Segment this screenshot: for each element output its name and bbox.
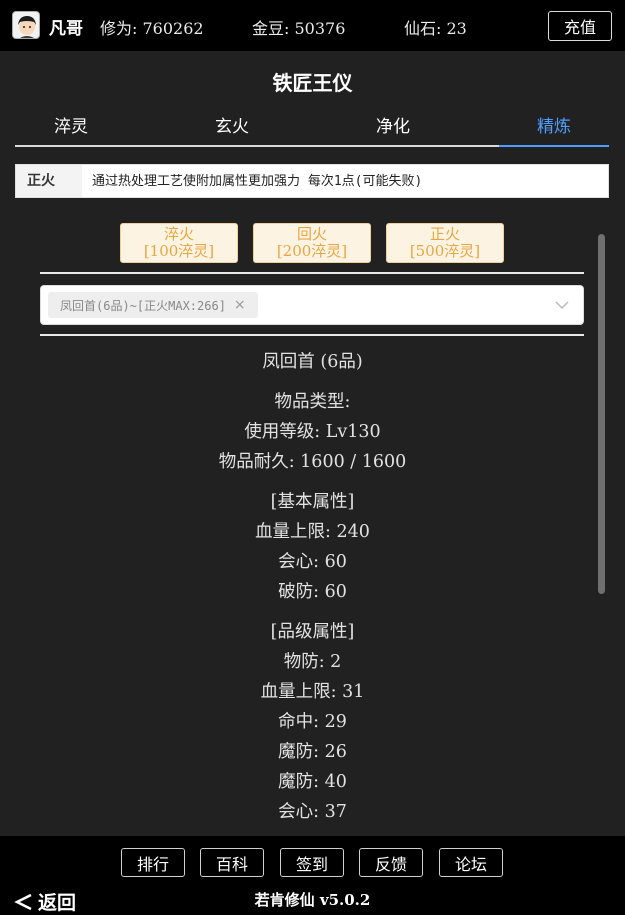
chevron-down-icon[interactable] [555,298,569,312]
item-name: 凤回首 (6品) [262,352,363,372]
base-attr: 血量上限: 240 [255,522,370,542]
blacksmith-panel: 铁匠王仪 淬灵 玄火 净化 精炼 正火 通过热处理工艺使附加属性更加强力 每次1… [0,51,625,836]
selected-item-tag: 凤回首(6品)~[正火MAX:266] × [48,292,258,318]
temper-button[interactable]: 回火 [200淬灵] [253,223,371,263]
tab-cuiling[interactable]: 淬灵 [16,112,126,137]
grade-attr: 魔防: 26 [278,742,347,762]
selected-item-label: 凤回首(6品)~[正火MAX:266] [60,298,226,313]
scrollbar[interactable] [598,234,605,594]
checkin-button[interactable]: 签到 [280,848,344,877]
item-select[interactable]: 凤回首(6品)~[正火MAX:266] × [40,285,584,325]
description-label: 正火 [16,165,82,197]
active-tab-indicator [499,145,609,147]
item-durability: 物品耐久: 1600 / 1600 [218,452,407,472]
gold-stat: 金豆: 50376 [252,19,346,38]
normalize-label: 正火 [429,225,460,243]
normalize-button[interactable]: 正火 [500淬灵] [386,223,504,263]
page-title: 铁匠王仪 [272,71,353,95]
description-text: 通过热处理工艺使附加属性更加强力 每次1点(可能失败) [92,174,423,189]
avatar-icon [18,16,36,38]
top-bar: 凡哥 修为: 760262 金豆: 50376 仙石: 23 充值 [0,0,625,51]
tab-jinghua[interactable]: 净化 [338,112,448,137]
quench-label: 淬火 [163,225,194,243]
item-level: 使用等级: Lv130 [244,422,381,442]
stones-stat: 仙石: 23 [404,19,467,38]
quench-cost: [100淬灵] [143,242,215,260]
grade-attr: 物防: 2 [283,652,342,672]
tab-bar: 淬灵 玄火 净化 精炼 [15,103,609,147]
temper-cost: [200淬灵] [276,242,348,260]
tab-jinglian[interactable]: 精炼 [499,112,609,137]
recharge-button[interactable]: 充值 [548,11,612,41]
cultivation-stat: 修为: 760262 [100,19,204,38]
tab-xuanhuo[interactable]: 玄火 [177,112,287,137]
forum-button[interactable]: 论坛 [439,848,503,877]
avatar[interactable] [12,11,40,39]
grade-attr: 血量上限: 31 [260,682,365,702]
tag-close-icon[interactable]: × [234,297,246,313]
normalize-cost: [500淬灵] [409,242,481,260]
base-attr: 会心: 60 [278,552,347,572]
grade-attr: 魔防: 40 [278,772,347,792]
item-info: 凤回首 (6品) 物品类型: 使用等级: Lv130 物品耐久: 1600 / … [0,347,625,827]
base-attrs-header: [基本属性] [270,492,355,512]
username: 凡哥 [49,19,83,39]
ranking-button[interactable]: 排行 [121,848,185,877]
base-attr: 破防: 60 [278,582,347,602]
action-buttons: 淬火 [100淬灵] 回火 [200淬灵] 正火 [500淬灵] [0,223,625,263]
app-version: 若肯修仙 v5.0.2 [254,891,371,909]
grade-attrs-header: [品级属性] [270,622,355,642]
wiki-button[interactable]: 百科 [200,848,264,877]
divider-bottom [40,334,584,336]
grade-attr: 命中: 29 [278,712,347,732]
description-row: 正火 通过热处理工艺使附加属性更加强力 每次1点(可能失败) [15,164,609,198]
item-type: 物品类型: [274,392,351,412]
temper-label: 回火 [296,225,327,243]
bottom-bar: 排行 百科 签到 反馈 论坛 返回 若肯修仙 v5.0.2 [0,836,625,915]
quench-button[interactable]: 淬火 [100淬灵] [120,223,238,263]
divider-top [40,272,584,274]
feedback-button[interactable]: 反馈 [359,848,423,877]
grade-attr: 会心: 37 [278,802,347,822]
